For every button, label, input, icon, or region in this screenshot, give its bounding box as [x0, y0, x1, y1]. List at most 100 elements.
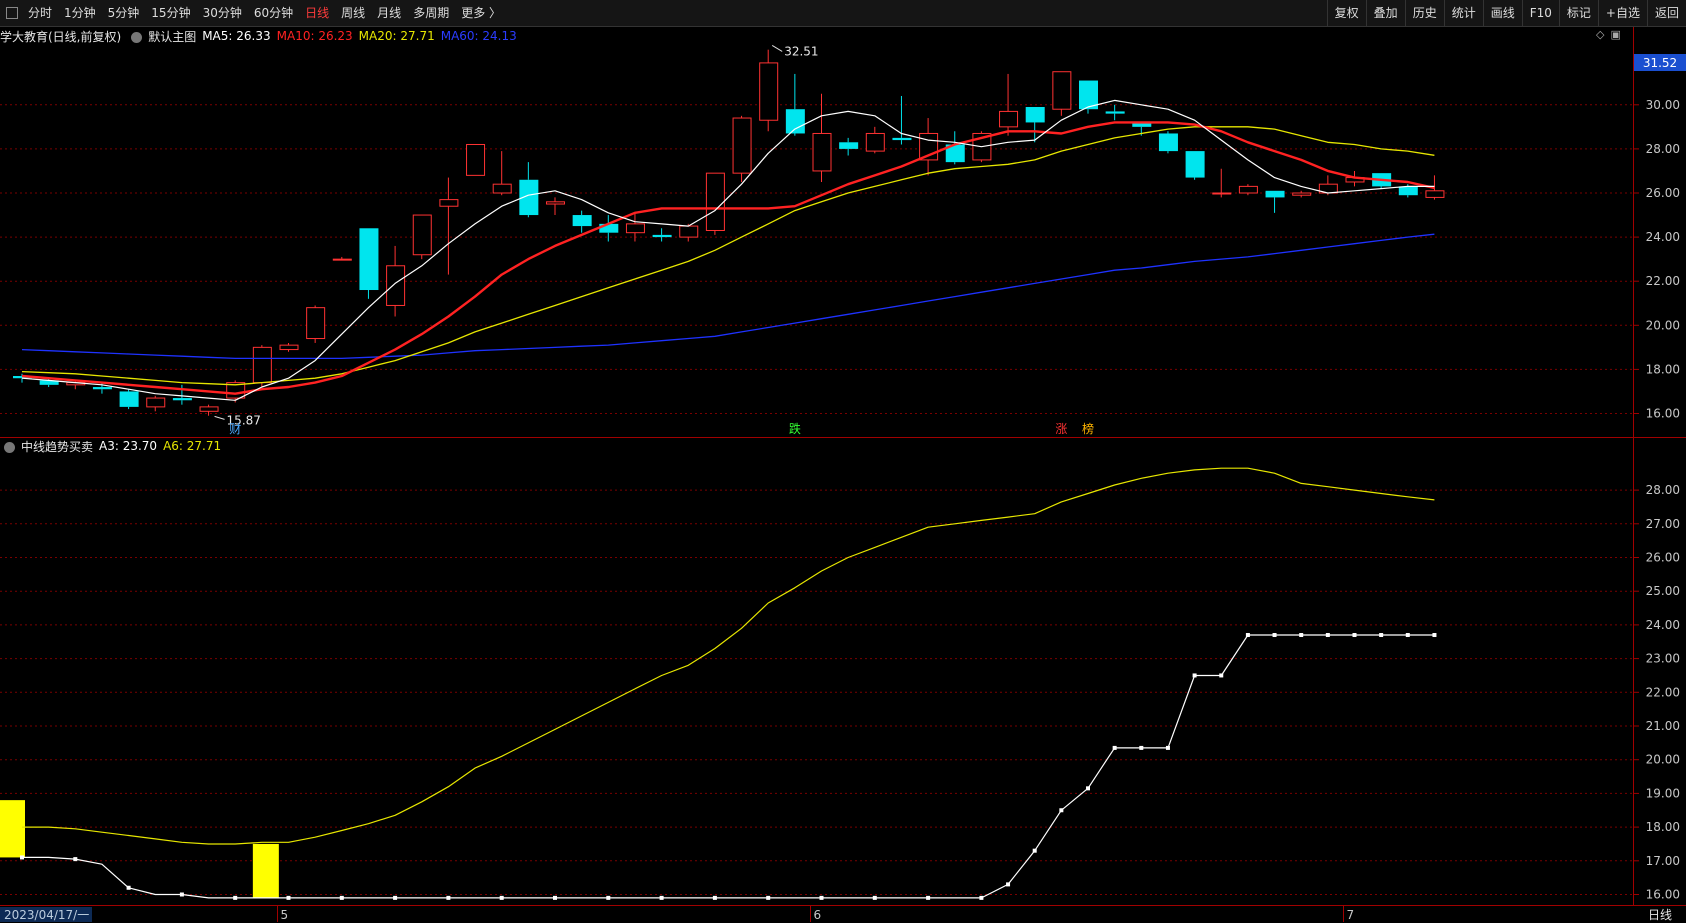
y-tick-label: 16.00 [1646, 407, 1680, 421]
month-label: 5 [281, 908, 289, 922]
candle [1238, 184, 1258, 196]
a3-point [20, 855, 24, 860]
candle-body [1025, 107, 1045, 123]
a3-point [179, 892, 184, 897]
candle-body [119, 391, 139, 407]
y-tick-label: 18.00 [1646, 362, 1680, 376]
candle-body [812, 132, 832, 172]
candle [546, 197, 565, 216]
period-label[interactable]: 日线 [1648, 908, 1672, 922]
candle-body [865, 132, 885, 152]
y-tick-label: 25.00 [1646, 584, 1680, 598]
event-mark[interactable]: 财 [229, 422, 241, 436]
candle [1292, 190, 1312, 198]
a3-point [606, 895, 611, 900]
a3-point [1352, 633, 1357, 638]
a3-point [712, 895, 717, 900]
candle [466, 143, 486, 176]
candle-body [466, 143, 486, 176]
y-tick-label: 17.00 [1646, 854, 1680, 868]
candle-body [146, 397, 166, 408]
candle [1265, 190, 1285, 213]
a3-point [1379, 633, 1384, 638]
y-tick-label: 18.00 [1646, 820, 1680, 834]
ma20-line [21, 126, 1435, 386]
status-bar [0, 906, 1686, 923]
candle [1158, 131, 1178, 154]
a3-point [1006, 882, 1011, 887]
candle [999, 73, 1019, 136]
candle-body [439, 199, 459, 207]
candle-body [1105, 111, 1125, 114]
y-tick-label: 21.00 [1646, 719, 1680, 733]
candle-body [199, 406, 219, 412]
a3-point [1405, 633, 1410, 638]
a3-point [73, 857, 78, 862]
candle [519, 162, 539, 218]
candle [252, 345, 272, 388]
candle [812, 93, 832, 182]
candle [199, 404, 219, 416]
candle-body [1185, 151, 1205, 178]
a3-point [1245, 633, 1250, 638]
a3-point [1432, 633, 1437, 638]
candle [386, 245, 406, 317]
y-tick-label: 26.00 [1646, 551, 1680, 565]
candle-body [359, 228, 379, 291]
event-mark[interactable]: 榜 [1082, 421, 1094, 436]
a3-point [1032, 848, 1037, 853]
candle [1185, 151, 1205, 180]
a3-point [819, 895, 824, 900]
candle-body [732, 117, 752, 174]
start-date-label: 2023/04/17/一 [4, 908, 89, 922]
candle-body [306, 307, 326, 340]
candle-body [252, 346, 272, 384]
y-tick-label: 22.00 [1646, 685, 1680, 699]
a3-point [1059, 808, 1064, 813]
y-tick-label: 16.00 [1646, 888, 1680, 902]
candle [359, 228, 379, 299]
candle-body [1265, 190, 1285, 198]
candle-body [652, 234, 672, 238]
candle-body [839, 142, 859, 149]
candle-body [92, 387, 112, 390]
candle [1025, 107, 1045, 143]
candle-body [572, 215, 592, 227]
y-tick-label: 20.00 [1646, 318, 1680, 332]
a3-point [979, 895, 984, 900]
high-pointer [771, 45, 783, 52]
candle-body [386, 265, 406, 306]
candle [119, 389, 139, 410]
y-tick-label: 23.00 [1646, 652, 1680, 666]
a3-point [872, 895, 877, 900]
candle [306, 305, 326, 343]
a3-point [926, 895, 931, 900]
month-label: 6 [814, 908, 822, 922]
y-tick-label: 22.00 [1646, 274, 1680, 288]
candle [279, 342, 299, 352]
candle [572, 210, 592, 233]
a3-point [659, 895, 664, 900]
candle-body [279, 344, 299, 351]
y-tick-label: 28.00 [1646, 142, 1680, 156]
event-mark[interactable]: 跌 [789, 421, 801, 436]
a3-point [499, 895, 504, 900]
candle-body [492, 183, 512, 194]
y-tick-label: 19.00 [1646, 786, 1680, 800]
a3-point [1219, 673, 1224, 678]
candle [412, 214, 432, 260]
candle [492, 151, 512, 196]
candle [1212, 168, 1232, 198]
candle [439, 177, 459, 275]
candle-body [999, 110, 1019, 128]
candle-body [892, 137, 912, 141]
signal-bar [0, 800, 25, 858]
y-tick-label: 26.00 [1646, 186, 1680, 200]
a3-point [1112, 745, 1117, 750]
candle [732, 115, 752, 182]
candle-body [679, 225, 699, 238]
chart-canvas[interactable]: 32.5115.87财跌涨榜 16.0018.0020.0022.0024.00… [0, 0, 1686, 923]
ma5-line [21, 99, 1435, 401]
candle-body [1052, 71, 1072, 110]
event-mark[interactable]: 涨 [1055, 421, 1067, 436]
